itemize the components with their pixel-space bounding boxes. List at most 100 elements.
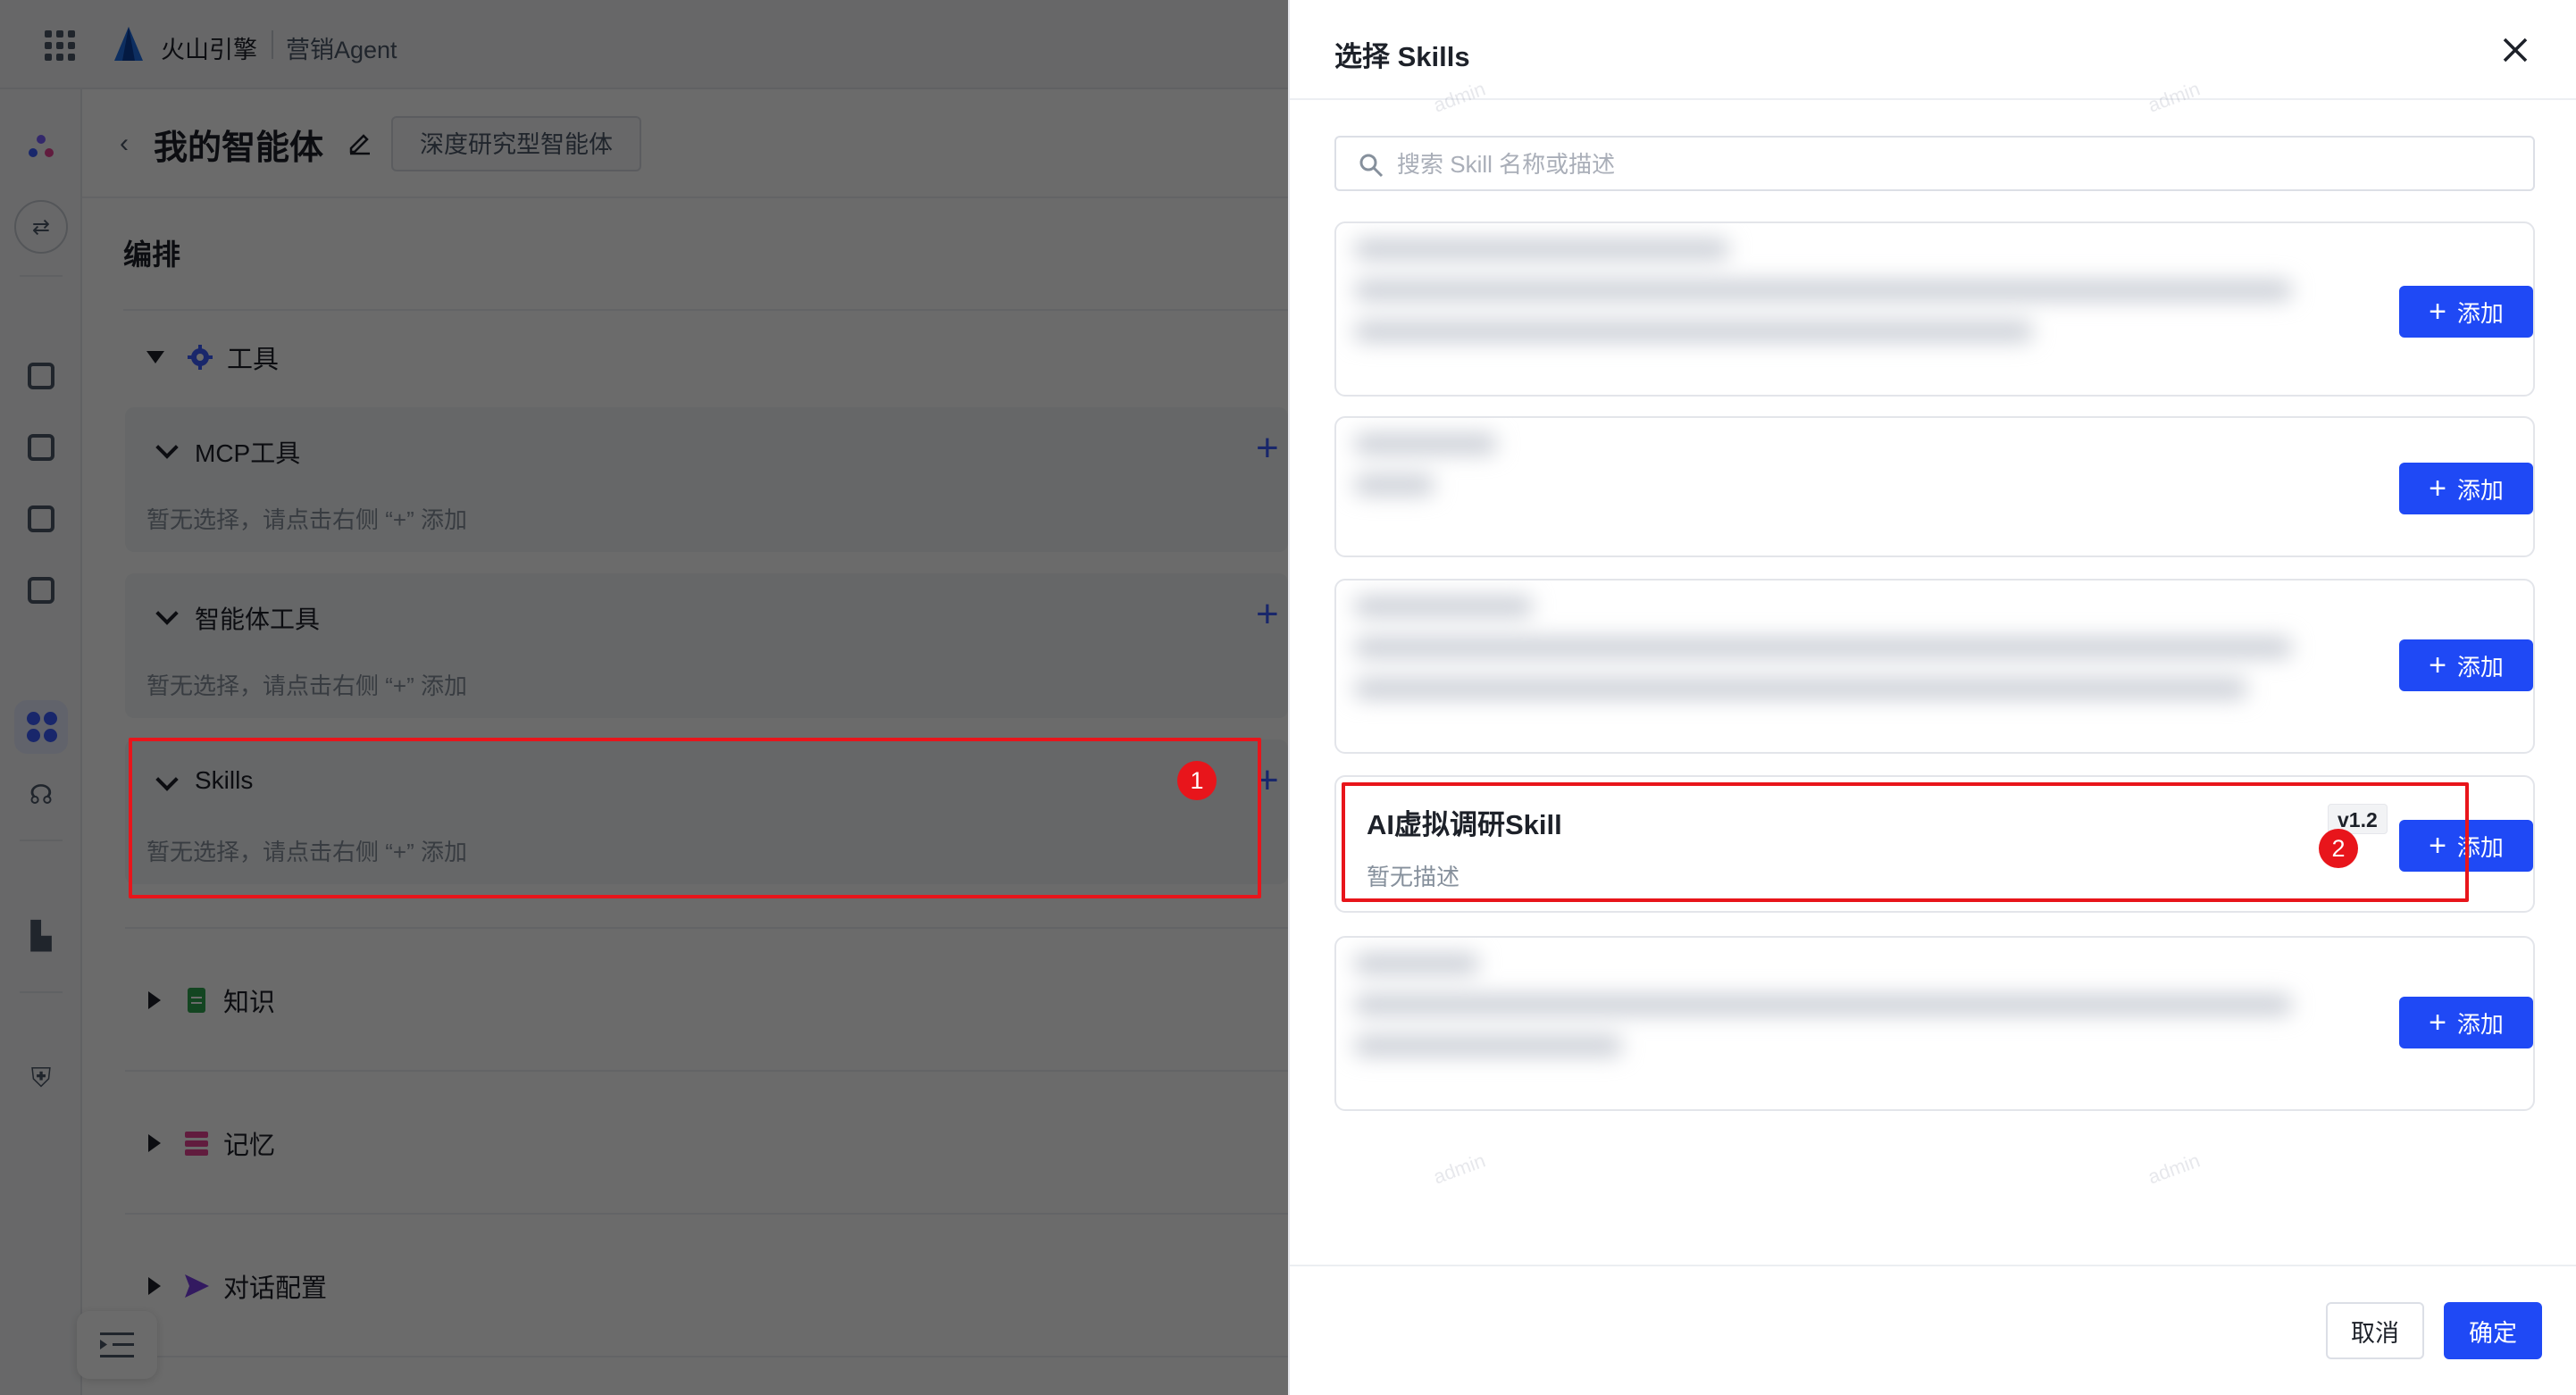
- skill-card-1: + 添加: [1334, 221, 2535, 397]
- nav-divider: [20, 275, 63, 277]
- skills-empty-text: 暂无选择，请点击右侧 “+” 添加: [146, 839, 467, 865]
- drawer-footer-divider: [1290, 1265, 2576, 1266]
- group-dialog-config[interactable]: 对话配置: [148, 1268, 327, 1304]
- ticket-nav-icon[interactable]: [28, 434, 54, 461]
- cancel-button[interactable]: 取消: [2326, 1302, 2424, 1359]
- mcp-tools-title: MCP工具: [195, 439, 301, 467]
- plus-icon: +: [2429, 1006, 2446, 1040]
- caret-right-icon: [148, 1277, 161, 1295]
- add-label: 添加: [2456, 1010, 2504, 1038]
- bag-nav-icon[interactable]: [28, 577, 54, 604]
- search-nav-icon[interactable]: [28, 363, 54, 389]
- watermark: admin: [2145, 1149, 2204, 1189]
- group-knowledge-label: 知识: [223, 989, 276, 1017]
- group-memory[interactable]: 记忆: [148, 1125, 275, 1161]
- gear-icon: [188, 345, 213, 370]
- skill-search-input[interactable]: [1397, 146, 2505, 182]
- add-label: 添加: [2456, 299, 2504, 327]
- select-skills-drawer: 选择 Skills + 添加 + 添加: [1288, 0, 2576, 1395]
- add-agent-tool-button[interactable]: +: [1256, 595, 1279, 634]
- blurred-content: [1354, 954, 2346, 1077]
- brand-name: 火山引擎: [161, 37, 257, 63]
- send-icon: [185, 1274, 209, 1298]
- pencil-icon[interactable]: [347, 129, 373, 155]
- chevron-left-icon[interactable]: ‹: [120, 129, 129, 159]
- watermark: admin: [2145, 77, 2204, 117]
- switch-icon[interactable]: ⇄: [14, 200, 68, 254]
- close-icon[interactable]: [2497, 32, 2533, 68]
- group-tools[interactable]: 工具: [146, 339, 279, 375]
- agent-tools-title: 智能体工具: [195, 606, 321, 633]
- blurred-content: [1354, 434, 2346, 516]
- group-dialog-config-label: 对话配置: [223, 1274, 328, 1303]
- skill-card-2: + 添加: [1334, 416, 2535, 557]
- skills-title: Skills: [195, 766, 254, 794]
- nav-divider-3: [20, 991, 63, 993]
- add-label: 添加: [2456, 476, 2504, 504]
- section-label-orchestration: 编排: [123, 238, 181, 271]
- skill-name: AI虚拟调研Skill: [1367, 809, 1562, 840]
- divider-line: [125, 927, 1288, 929]
- volcano-logo-icon: [114, 27, 143, 61]
- add-mcp-tool-button[interactable]: +: [1256, 429, 1279, 468]
- add-skill-button[interactable]: +: [1256, 761, 1279, 800]
- add-skill-button-5[interactable]: + 添加: [2399, 997, 2533, 1048]
- brand-separator: [272, 30, 273, 59]
- blurred-content: [1354, 239, 2346, 363]
- indent-icon: [100, 1332, 134, 1357]
- main-content: ‹ 我的智能体 深度研究型智能体 编排 工具 MCP工具 暂无选择，请点击右侧 …: [82, 89, 1288, 1395]
- add-label: 添加: [2456, 653, 2504, 681]
- nav-divider-2: [20, 840, 63, 841]
- divider-line: [125, 1356, 1288, 1357]
- blurred-content: [1354, 597, 2346, 720]
- mcp-tools-panel: MCP工具 暂无选择，请点击右侧 “+” 添加 +: [125, 407, 1288, 552]
- app-grid-icon[interactable]: [45, 30, 75, 61]
- document-icon: [188, 988, 205, 1013]
- shield-nav-icon[interactable]: ⛨: [25, 1063, 57, 1095]
- skill-search-box[interactable]: [1334, 136, 2535, 191]
- side-nav: ⇄ ☊ ▙ ⛨: [0, 89, 82, 1395]
- section-divider: [123, 309, 1288, 311]
- agent-tools-panel: 智能体工具 暂无选择，请点击右侧 “+” 添加 +: [125, 573, 1288, 718]
- app-logo-icon[interactable]: [25, 130, 57, 163]
- contact-nav-icon[interactable]: [28, 505, 54, 532]
- annotation-badge-2: 2: [2319, 829, 2358, 868]
- plus-icon: +: [2429, 472, 2446, 505]
- group-tools-label: 工具: [227, 346, 280, 374]
- product-name[interactable]: 营销Agent: [286, 30, 397, 65]
- chevron-down-icon[interactable]: [155, 602, 179, 625]
- watermark: admin: [1430, 77, 1489, 117]
- confirm-button[interactable]: 确定: [2444, 1302, 2542, 1359]
- add-skill-button-1[interactable]: + 添加: [2399, 286, 2533, 338]
- plus-icon: +: [2429, 648, 2446, 682]
- collapse-panel-button[interactable]: [77, 1311, 157, 1379]
- skill-description: 暂无描述: [1367, 864, 1460, 890]
- header-divider: [82, 196, 1288, 198]
- group-memory-label: 记忆: [223, 1132, 276, 1160]
- caret-right-icon: [148, 991, 161, 1009]
- agent-tools-empty-text: 暂无选择，请点击右侧 “+” 添加: [146, 672, 467, 699]
- top-bar: 火山引擎 营销Agent: [0, 0, 1288, 89]
- search-icon: [1359, 154, 1384, 178]
- add-label: 添加: [2456, 833, 2504, 861]
- add-skill-button-2[interactable]: + 添加: [2399, 463, 2533, 514]
- caret-right-icon: [148, 1134, 161, 1152]
- headset-nav-icon[interactable]: ☊: [25, 779, 57, 811]
- plus-icon: +: [2429, 295, 2446, 329]
- caret-down-icon: [146, 351, 164, 363]
- divider-line: [125, 1213, 1288, 1215]
- add-ai-survey-skill-button[interactable]: + 添加: [2399, 820, 2533, 872]
- add-skill-button-3[interactable]: + 添加: [2399, 639, 2533, 691]
- building-nav-icon[interactable]: ▙: [25, 920, 57, 952]
- drawer-title: 选择 Skills: [1334, 41, 1470, 72]
- skill-card-5: + 添加: [1334, 936, 2535, 1111]
- skills-panel: Skills 暂无选择，请点击右侧 “+” 添加 +: [125, 739, 1288, 884]
- agents-nav-icon[interactable]: [27, 712, 57, 742]
- chevron-down-icon[interactable]: [155, 768, 179, 791]
- chevron-down-icon[interactable]: [155, 436, 179, 459]
- group-knowledge[interactable]: 知识: [148, 982, 275, 1018]
- mcp-tools-empty-text: 暂无选择，请点击右侧 “+” 添加: [146, 506, 467, 533]
- annotation-badge-1: 1: [1177, 761, 1217, 800]
- stack-icon: [185, 1132, 208, 1156]
- app-background: 火山引擎 营销Agent ⇄ ☊ ▙ ⛨ ‹ 我的智能体 深度研究型智能体 编排: [0, 0, 1288, 1395]
